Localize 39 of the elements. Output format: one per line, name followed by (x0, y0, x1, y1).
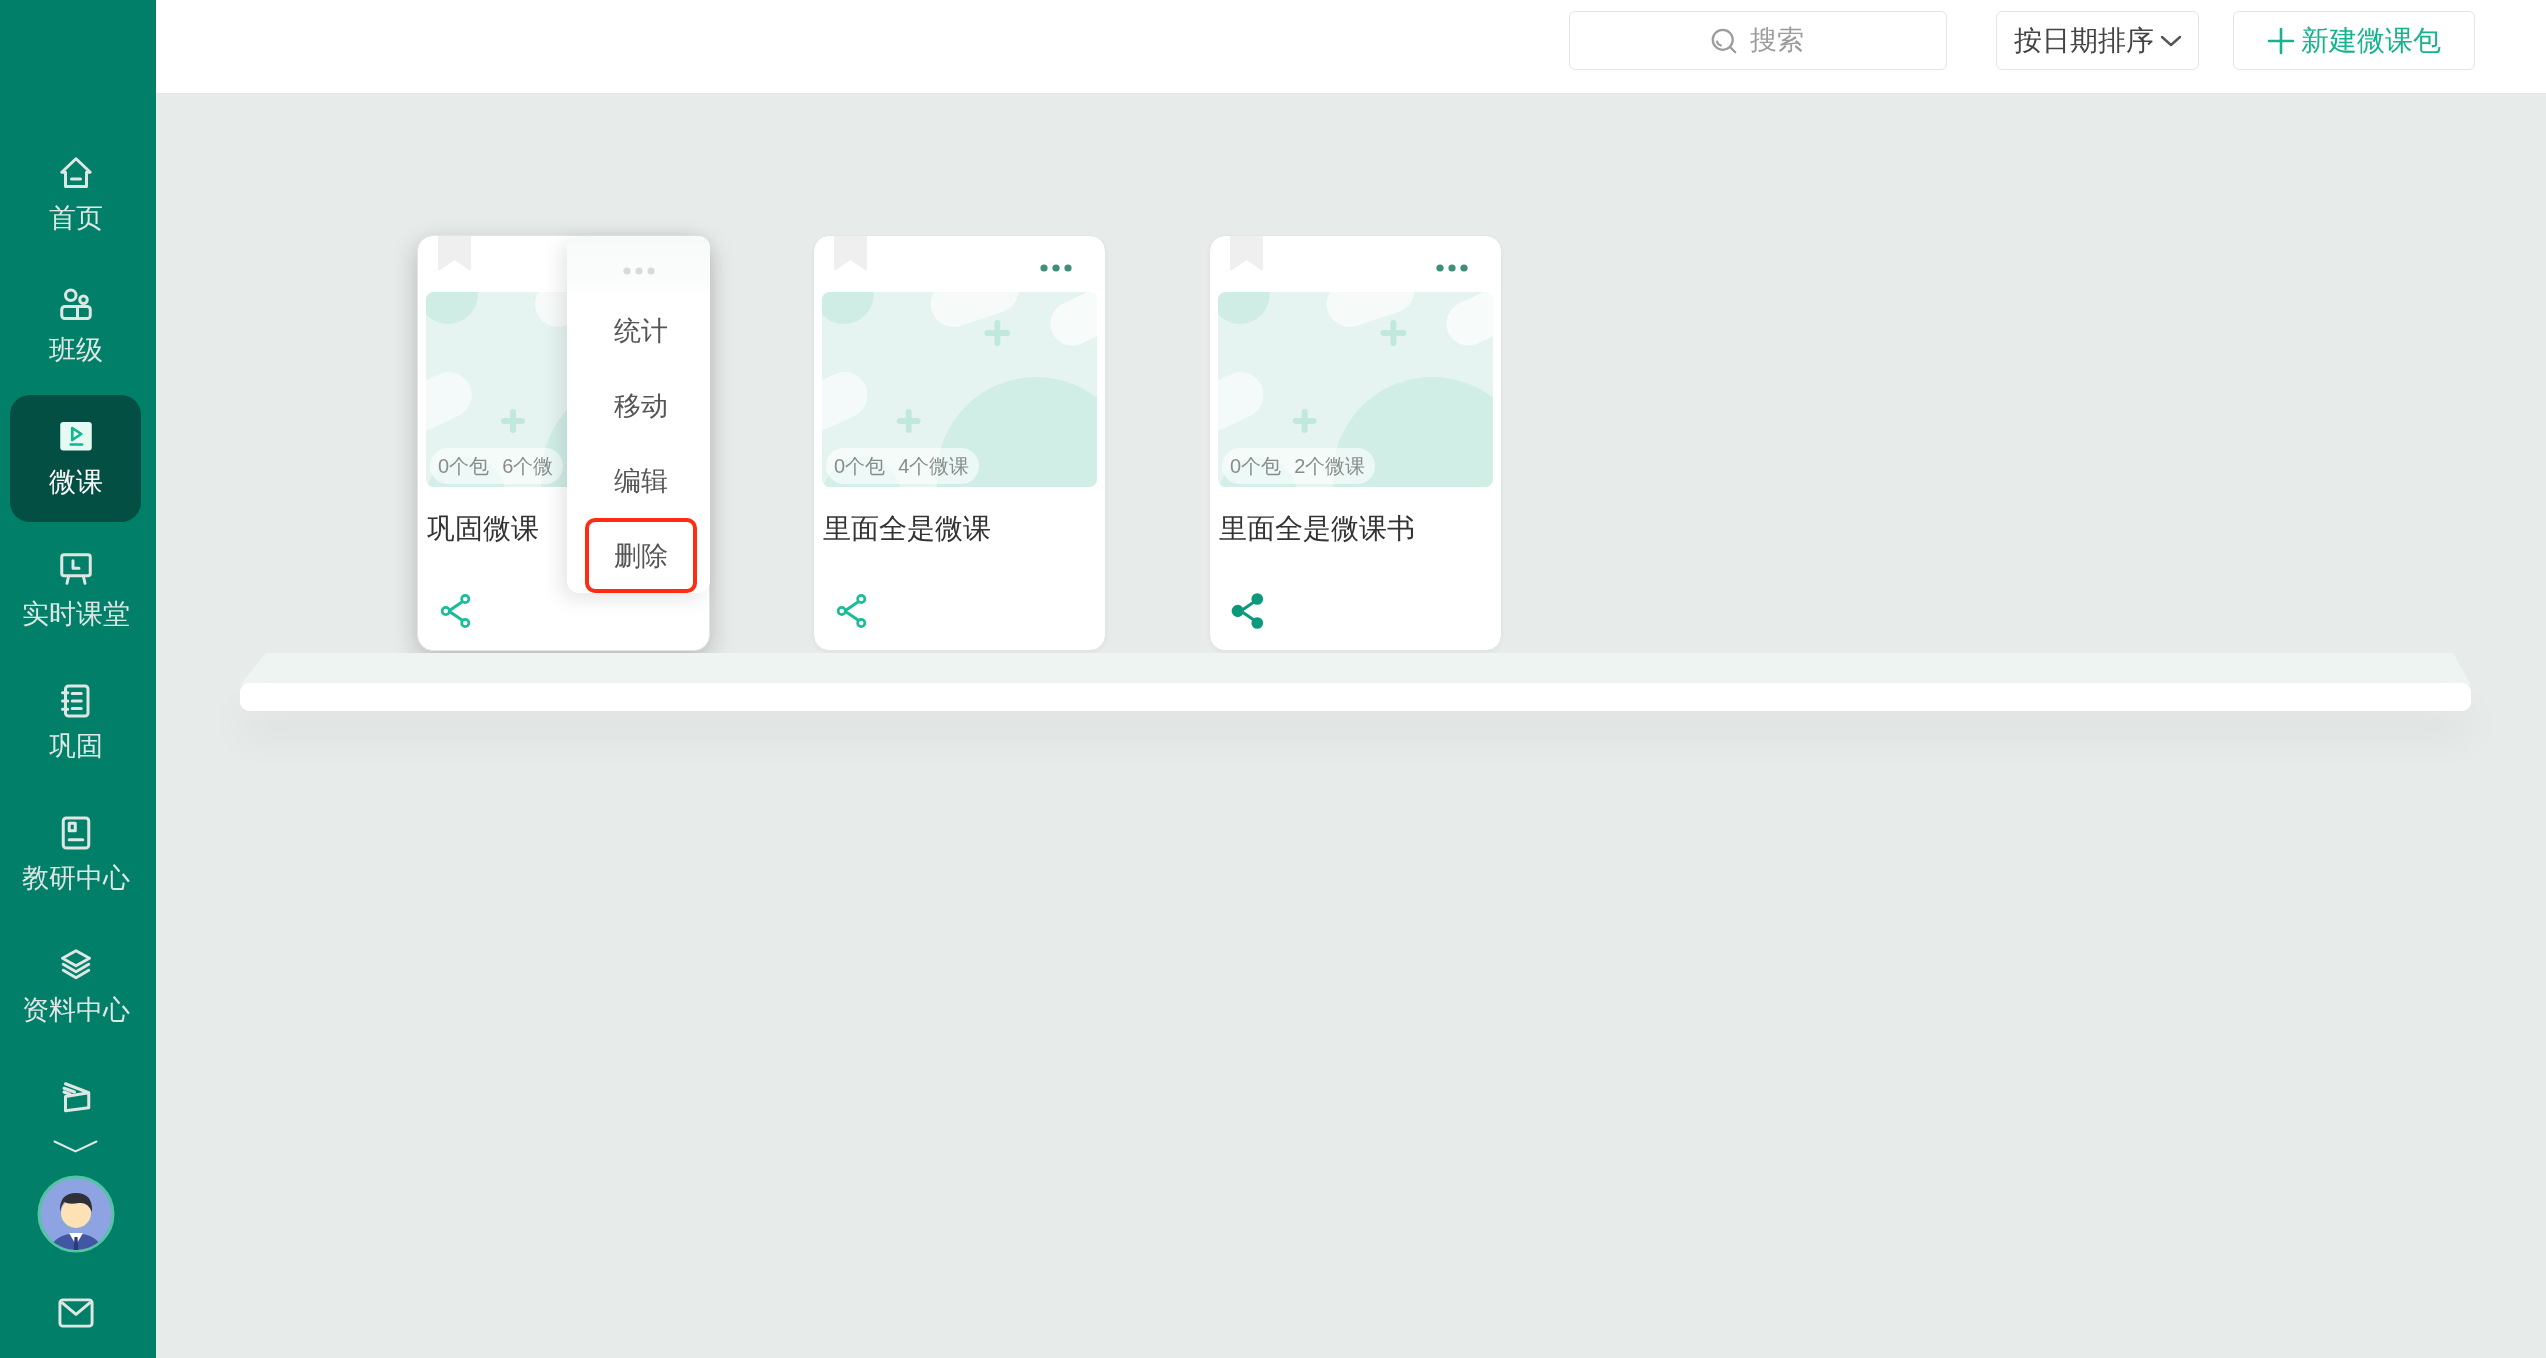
nav-item[interactable]: 班级 (10, 263, 141, 390)
chevron-down-icon (2159, 33, 2182, 48)
bookmark-icon (1230, 236, 1263, 271)
people-icon (57, 287, 94, 323)
course-card[interactable]: 0个包 4个微课 里面全是微课 (813, 235, 1106, 651)
nav-item[interactable]: 巩固 (10, 659, 141, 786)
more-icon[interactable] (1039, 263, 1073, 273)
bookmark-icon (834, 236, 867, 271)
card-title: 里面全是微课书 (1219, 512, 1415, 546)
search-icon (1709, 26, 1739, 56)
presentation-board-icon (57, 551, 94, 587)
mail-icon[interactable] (56, 1295, 95, 1331)
nav-item[interactable]: 教研中心 (10, 791, 141, 918)
package-count: 0个包 (834, 453, 886, 479)
avatar-icon[interactable] (36, 1175, 115, 1253)
sort-dropdown[interactable]: 按日期排序 (1996, 11, 2199, 70)
course-card[interactable]: 0个包 6个微 巩固微课 统计 移动 编辑 删除 (417, 235, 710, 651)
lesson-count: 4个微课 (898, 453, 970, 479)
card-title: 巩固微课 (427, 512, 539, 546)
nav-item[interactable]: 微课 (10, 395, 141, 522)
nav-item[interactable]: 实时课堂 (10, 527, 141, 654)
course-card[interactable]: 0个包 2个微课 里面全是微课书 (1209, 235, 1502, 651)
chevron-down-icon[interactable] (53, 1140, 98, 1153)
package-count: 0个包 (1230, 453, 1282, 479)
bookmark-icon (438, 236, 471, 271)
plus-icon (2267, 26, 2295, 55)
more-icon[interactable] (1435, 263, 1469, 273)
card-title: 里面全是微课 (823, 512, 991, 546)
lesson-count: 6个微 (502, 453, 554, 479)
lesson-count: 2个微课 (1294, 453, 1366, 479)
menu-item[interactable]: 统计 (585, 293, 697, 368)
home-icon (57, 155, 94, 191)
package-count: 0个包 (438, 453, 490, 479)
menu-item[interactable]: 删除 (585, 518, 697, 593)
search-field[interactable]: 搜索 (1569, 11, 1947, 70)
nav-item[interactable]: 首页 (10, 131, 141, 258)
menu-item[interactable]: 编辑 (585, 443, 697, 518)
nav-item[interactable]: 资料中心 (10, 923, 141, 1050)
menu-item[interactable]: 移动 (585, 368, 697, 443)
